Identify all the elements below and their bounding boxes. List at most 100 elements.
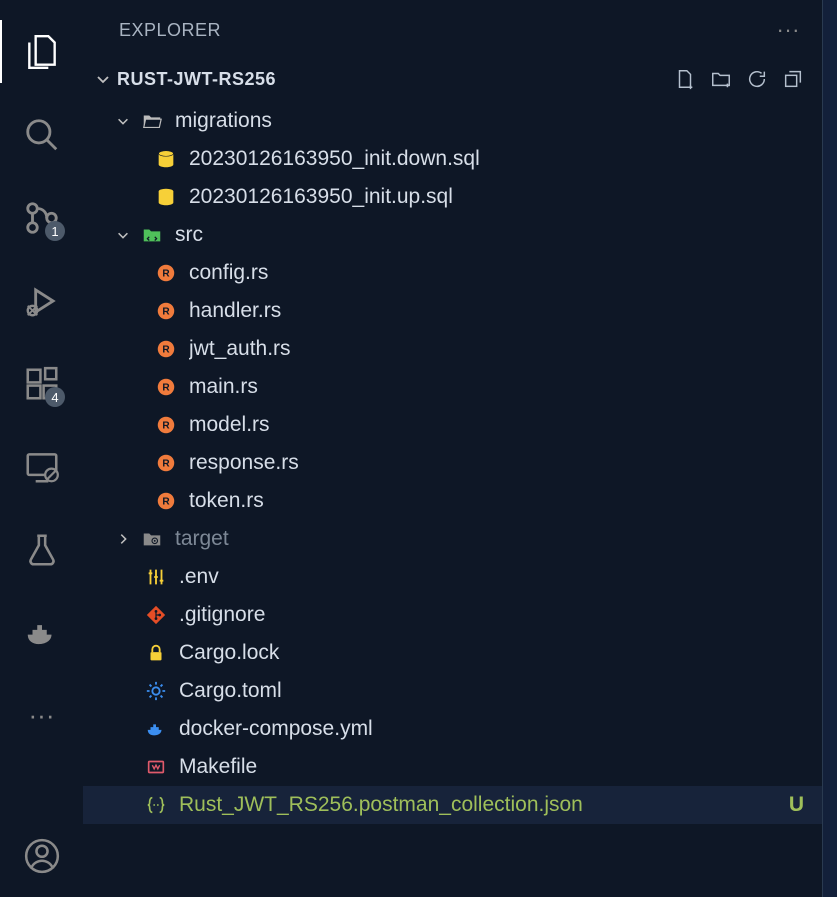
file-label: docker-compose.yml <box>179 717 804 741</box>
file-label: 20230126163950_init.up.sql <box>189 185 804 209</box>
folder-open-icon <box>139 108 165 134</box>
file-gitignore[interactable]: .gitignore <box>83 596 822 634</box>
file-makefile[interactable]: Makefile <box>83 748 822 786</box>
svg-text:R: R <box>162 345 170 356</box>
folder-src[interactable]: src <box>83 216 822 254</box>
file-label: .gitignore <box>179 603 804 627</box>
new-folder-button[interactable] <box>710 68 732 90</box>
activity-debug[interactable] <box>0 259 83 342</box>
chevron-right-icon <box>113 532 133 546</box>
file-label: Cargo.toml <box>179 679 804 703</box>
file-migration-up[interactable]: 20230126163950_init.up.sql <box>83 178 822 216</box>
file-label: jwt_auth.rs <box>189 337 804 361</box>
folder-target-icon <box>139 526 165 552</box>
rust-icon: R <box>153 488 179 514</box>
file-handler-rs[interactable]: R handler.rs <box>83 292 822 330</box>
file-label: 20230126163950_init.down.sql <box>189 147 804 171</box>
rust-icon: R <box>153 412 179 438</box>
svg-text:R: R <box>162 383 170 394</box>
activity-scm[interactable]: 1 <box>0 176 83 259</box>
file-label: handler.rs <box>189 299 804 323</box>
svg-text:R: R <box>162 497 170 508</box>
svg-text:R: R <box>162 269 170 280</box>
remote-icon <box>23 448 61 486</box>
extensions-badge: 4 <box>45 387 65 407</box>
activity-docker[interactable] <box>0 591 83 674</box>
scm-badge: 1 <box>45 221 65 241</box>
docker-icon <box>23 614 61 652</box>
activity-account[interactable] <box>0 814 83 897</box>
file-label: model.rs <box>189 413 804 437</box>
activity-remote[interactable] <box>0 425 83 508</box>
file-docker-compose[interactable]: docker-compose.yml <box>83 710 822 748</box>
explorer-header: EXPLORER ··· <box>83 0 822 60</box>
activity-more[interactable]: ··· <box>0 674 83 757</box>
chevron-down-icon <box>89 71 117 87</box>
refresh-button[interactable] <box>746 68 768 90</box>
more-icon: ··· <box>29 700 55 731</box>
file-label: .env <box>179 565 804 589</box>
vertical-scrollbar[interactable] <box>823 0 837 897</box>
search-icon <box>23 116 61 154</box>
file-token-rs[interactable]: R token.rs <box>83 482 822 520</box>
rust-icon: R <box>153 450 179 476</box>
file-main-rs[interactable]: R main.rs <box>83 368 822 406</box>
svg-text:R: R <box>162 421 170 432</box>
rust-icon: R <box>153 260 179 286</box>
rust-icon: R <box>153 298 179 324</box>
file-label: main.rs <box>189 375 804 399</box>
git-icon <box>143 602 169 628</box>
activity-explorer[interactable] <box>0 10 83 93</box>
file-cargo-toml[interactable]: Cargo.toml <box>83 672 822 710</box>
makefile-icon <box>143 754 169 780</box>
activity-bar: 1 4 ··· <box>0 0 83 897</box>
collapse-all-button[interactable] <box>782 68 804 90</box>
file-label: config.rs <box>189 261 804 285</box>
git-status-untracked: U <box>789 793 804 817</box>
file-env[interactable]: .env <box>83 558 822 596</box>
file-postman-collection[interactable]: Rust_JWT_RS256.postman_collection.json U <box>83 786 822 824</box>
json-icon <box>143 792 169 818</box>
chevron-down-icon <box>113 228 133 242</box>
file-model-rs[interactable]: R model.rs <box>83 406 822 444</box>
explorer-more-actions[interactable]: ··· <box>777 17 800 43</box>
folder-target[interactable]: target <box>83 520 822 558</box>
activity-extensions[interactable]: 4 <box>0 342 83 425</box>
env-icon <box>143 564 169 590</box>
rust-icon: R <box>153 336 179 362</box>
file-label: Makefile <box>179 755 804 779</box>
file-response-rs[interactable]: R response.rs <box>83 444 822 482</box>
folder-migrations[interactable]: migrations <box>83 102 822 140</box>
new-file-button[interactable] <box>674 68 696 90</box>
explorer-title: EXPLORER <box>119 20 221 41</box>
rust-icon: R <box>153 374 179 400</box>
file-label: Rust_JWT_RS256.postman_collection.json <box>179 793 789 817</box>
files-icon <box>23 33 61 71</box>
debug-icon <box>23 282 61 320</box>
file-label: Cargo.lock <box>179 641 804 665</box>
chevron-down-icon <box>113 114 133 128</box>
gear-icon <box>143 678 169 704</box>
folder-label: src <box>175 223 804 247</box>
explorer-toolbar <box>674 68 804 90</box>
file-config-rs[interactable]: R config.rs <box>83 254 822 292</box>
file-jwt-auth-rs[interactable]: R jwt_auth.rs <box>83 330 822 368</box>
folder-src-icon <box>139 222 165 248</box>
svg-text:R: R <box>162 307 170 318</box>
activity-testing[interactable] <box>0 508 83 591</box>
svg-text:R: R <box>162 459 170 470</box>
file-cargo-lock[interactable]: Cargo.lock <box>83 634 822 672</box>
beaker-icon <box>23 531 61 569</box>
file-migration-down[interactable]: 20230126163950_init.down.sql <box>83 140 822 178</box>
project-section-header[interactable]: RUST-JWT-RS256 <box>83 60 822 98</box>
lock-icon <box>143 640 169 666</box>
file-label: response.rs <box>189 451 804 475</box>
file-tree: migrations 20230126163950_init.down.sql … <box>83 98 822 824</box>
activity-search[interactable] <box>0 93 83 176</box>
folder-label: target <box>175 527 804 551</box>
docker-icon <box>143 716 169 742</box>
project-name: RUST-JWT-RS256 <box>117 69 276 90</box>
explorer-panel: EXPLORER ··· RUST-JWT-RS256 migrations 2… <box>83 0 823 897</box>
file-label: token.rs <box>189 489 804 513</box>
account-icon <box>23 837 61 875</box>
